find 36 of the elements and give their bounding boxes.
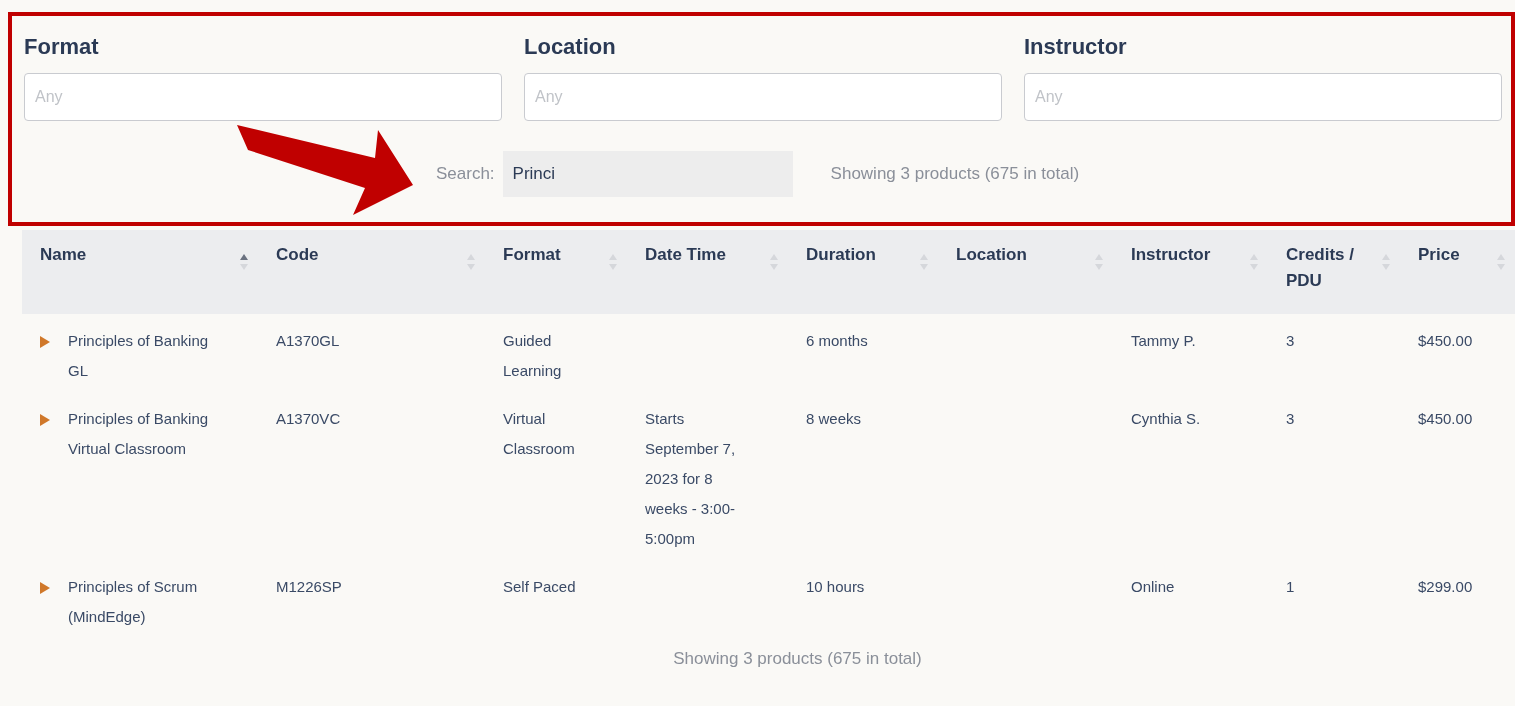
table-cell: 6 months [806,332,868,349]
filter-field[interactable]: Any [1024,73,1502,121]
result-summary: Showing 3 products (675 in total) [830,163,1080,186]
filter-field[interactable]: Any [524,73,1002,121]
search-label: Search: [436,163,495,186]
table-cell: Starts September 7, 2023 for 8 weeks - 3:00-5:00pm [645,410,736,547]
filter-label: Location [524,33,617,61]
table-cell: Tammy P. [1131,332,1196,349]
filter-field[interactable]: Any [24,73,502,121]
filter-label: Instructor [1024,33,1128,61]
table-cell: $450.00 [1418,410,1473,427]
product-name[interactable]: Principles of Banking Virtual Classroom [68,404,228,464]
table-cell: Virtual Classroom [503,410,575,457]
table-cell: M1226SP [276,578,342,595]
expand-icon[interactable] [40,582,50,594]
table-cell: $299.00 [1418,578,1473,595]
table-cell: Self Paced [503,578,576,595]
table-cell: Online [1131,578,1175,595]
expand-icon[interactable] [40,414,50,426]
table-cell: A1370VC [276,410,341,427]
search-field[interactable]: Princi [502,151,793,197]
product-name[interactable]: Principles of Scrum (MindEdge) [68,572,228,632]
result-summary: Showing 3 products (675 in total) [673,649,922,668]
expand-icon[interactable] [40,336,50,348]
table-cell: 10 hours [806,578,865,595]
product-name[interactable]: Principles of Banking GL [68,326,228,386]
table-cell: 1 [1286,578,1295,595]
table-cell: Guided Learning [503,332,562,379]
filter-label: Format [24,33,100,61]
sort-ascending-icon[interactable] [240,254,248,270]
table-cell: 3 [1286,332,1295,349]
table-cell: A1370GL [276,332,340,349]
table-cell: 8 weeks [806,410,862,427]
table-cell: $450.00 [1418,332,1473,349]
table-cell: Cynthia S. [1131,410,1201,427]
table-cell: 3 [1286,410,1295,427]
